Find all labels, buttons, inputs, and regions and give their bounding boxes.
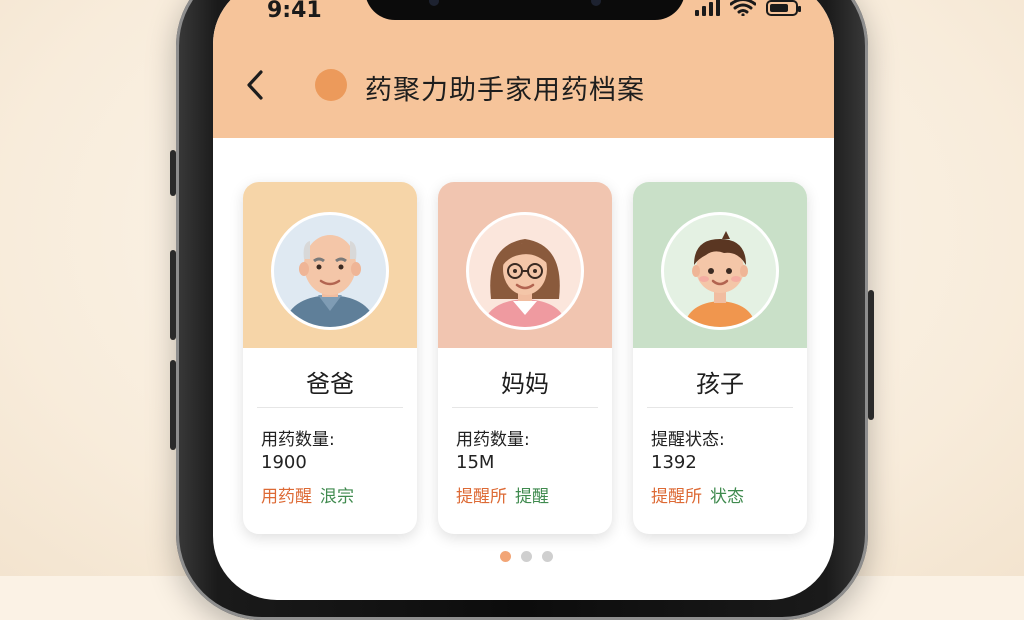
signal-icon [695, 0, 720, 16]
tag-secondary[interactable]: 泿宗 [320, 482, 354, 507]
stat-label: 用药数量: [261, 430, 335, 450]
card-header [243, 182, 417, 348]
avatar-child [661, 212, 779, 330]
notch [365, 0, 685, 20]
tag-primary[interactable]: 提醒所 [456, 482, 507, 507]
status-time: 9:41 [267, 0, 322, 23]
card-header [633, 182, 807, 348]
divider [257, 407, 403, 408]
wifi-icon [730, 0, 756, 16]
divider [647, 407, 793, 408]
page-dot-2[interactable] [521, 551, 532, 562]
tag-row: 提醒所 提醒 [456, 482, 549, 507]
status-icons [695, 0, 801, 16]
front-sensor [429, 0, 439, 6]
avatar-mom [466, 212, 584, 330]
tag-secondary[interactable]: 提醒 [515, 482, 549, 507]
phone-power-button [868, 290, 874, 420]
member-name: 孩子 [696, 370, 744, 398]
stat-value: 1392 [651, 452, 697, 473]
member-name: 妈妈 [501, 370, 549, 398]
stat-value: 1900 [261, 452, 307, 473]
phone-side-button [170, 150, 176, 196]
phone-volume-down-button [170, 360, 176, 450]
member-card-child[interactable]: 孩子 提醒状态: 1392 提醒所 状态 [633, 182, 807, 534]
phone-volume-up-button [170, 250, 176, 340]
phone-screen: 9:41 药聚力助手家用药档案 爸爸 用药数量: 1900 用药醒 泿宗 妈妈 … [213, 0, 834, 600]
front-camera [591, 0, 601, 6]
tag-secondary[interactable]: 状态 [710, 482, 744, 507]
stat-label: 用药数量: [456, 430, 530, 450]
divider [452, 407, 598, 408]
card-header [438, 182, 612, 348]
app-header: 9:41 药聚力助手家用药档案 [213, 0, 834, 138]
pagination-dots [500, 551, 553, 562]
member-name: 爸爸 [306, 370, 354, 398]
tag-row: 用药醒 泿宗 [261, 482, 354, 507]
tag-primary[interactable]: 用药醒 [261, 482, 312, 507]
back-chevron-icon[interactable] [239, 68, 273, 102]
page-dot-3[interactable] [542, 551, 553, 562]
app-logo-icon [315, 69, 347, 101]
member-card-dad[interactable]: 爸爸 用药数量: 1900 用药醒 泿宗 [243, 182, 417, 534]
battery-icon [766, 0, 801, 16]
avatar-dad [271, 212, 389, 330]
stat-value: 15M [456, 452, 495, 473]
tag-row: 提醒所 状态 [651, 482, 744, 507]
tag-primary[interactable]: 提醒所 [651, 482, 702, 507]
page-dot-1[interactable] [500, 551, 511, 562]
stat-label: 提醒状态: [651, 430, 725, 450]
page-title: 药聚力助手家用药档案 [365, 75, 645, 106]
member-card-mom[interactable]: 妈妈 用药数量: 15M 提醒所 提醒 [438, 182, 612, 534]
